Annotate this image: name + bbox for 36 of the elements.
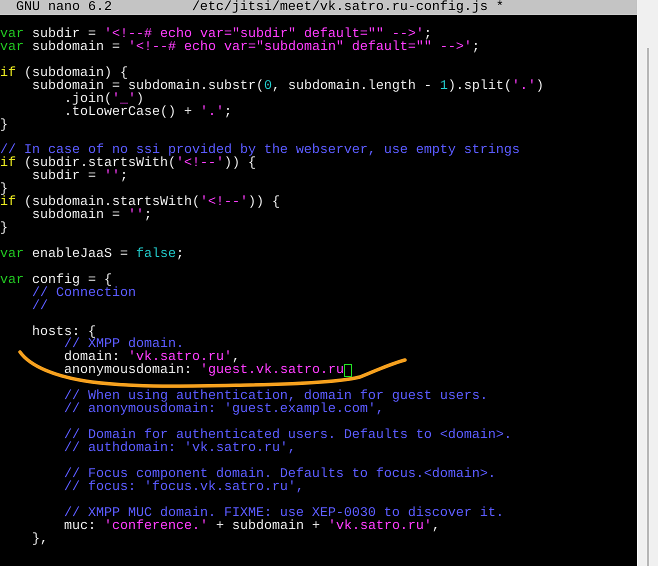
code-comment: //: [30, 300, 48, 313]
code-line: .toLowerCase() + '.';: [62, 106, 232, 118]
code-line: .join('_'): [62, 92, 144, 106]
code-comment: // XMPP MUC domain. FIXME: use XEP-0030 to discover it.: [62, 506, 504, 520]
code-comment: // In case of no ssi provided by the webserver, use empty strings: [0, 144, 520, 158]
code-line: var subdir = '<!--# echo var="subdir" default="" -->';: [0, 28, 432, 41]
code-line: domain: 'vk.satro.ru',: [62, 351, 240, 364]
code-line: var subdomain = '<!--# echo var="subdomain" default="" -->';: [0, 40, 480, 54]
code-comment: // When using authentication, domain for guest users.: [62, 390, 488, 404]
code-comment: // anonymousdomain: 'guest.example.com',: [62, 403, 384, 416]
code-comment: // focus: 'focus.vk.satro.ru',: [62, 480, 304, 494]
code-line: }: [0, 222, 8, 235]
code-line: anonymousdomain: 'guest.vk.satro.ru: [62, 364, 344, 378]
app-name: GNU nano 6.2: [16, 0, 112, 15]
code-comment: // Focus component domain. Defaults to focus.<domain>.: [62, 468, 496, 481]
code-line: subdir = '';: [30, 170, 128, 184]
code-line: if (subdir.startsWith('<!--')) {: [0, 157, 256, 170]
file-path: /etc/jitsi/meet/vk.satro.ru-config.js: [192, 0, 488, 15]
code-line: if (subdomain) {: [0, 66, 128, 80]
code-line: }: [0, 118, 8, 132]
code-line: muc: 'conference.' + subdomain + 'vk.satro.ru',: [62, 520, 440, 532]
code-line: var enableJaaS = false;: [0, 248, 184, 261]
code-line: },: [30, 532, 48, 546]
scrollbar-thumb[interactable]: [646, 48, 648, 566]
code-comment: // Domain for authenticated users. Defaults to <domain>.: [62, 429, 512, 442]
modified-indicator: *: [496, 0, 504, 15]
code-line: hosts: {: [30, 326, 96, 338]
code-line: subdomain = '';: [30, 209, 152, 222]
code-line: var config = {: [0, 274, 112, 287]
code-line: if (subdomain.startsWith('<!--')) {: [0, 196, 280, 210]
code-comment: // XMPP domain.: [62, 338, 184, 352]
scrollbar[interactable]: [637, 0, 658, 566]
code-line: subdomain = subdomain.substr(0, subdomain.length - 1).split('.'): [32, 80, 544, 93]
code-comment: // authdomain: 'vk.satro.ru',: [62, 442, 296, 455]
code-comment: // Connection: [30, 286, 136, 300]
code-line: }: [0, 183, 8, 196]
